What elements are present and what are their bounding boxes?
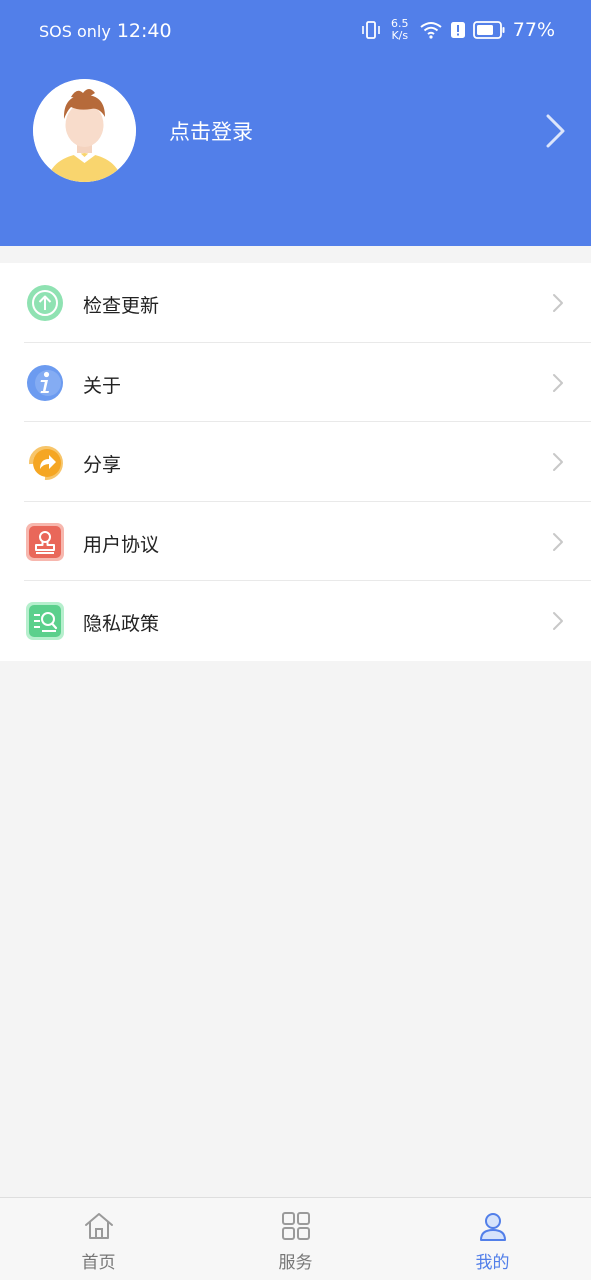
menu-item-share[interactable]: 分享 <box>0 422 591 502</box>
agreement-icon <box>26 522 64 561</box>
chevron-right-icon[interactable] <box>543 113 567 149</box>
carrier-text: SOS only <box>39 22 111 41</box>
tab-services[interactable]: 服务 <box>197 1198 394 1280</box>
clock: 12:40 <box>116 20 172 42</box>
network-speed: 6.5 K/s <box>391 17 409 42</box>
settings-menu: 检查更新 关于 分享 用户协议 隐私政策 <box>0 263 591 661</box>
grid-icon <box>281 1212 310 1240</box>
menu-item-label: 用户协议 <box>83 533 160 556</box>
profile-header: SOS only 12:40 6.5 K/s 77% 点击登录 <box>0 0 591 246</box>
privacy-icon <box>26 602 64 640</box>
tab-label: 服务 <box>278 1253 313 1273</box>
menu-item-label: 检查更新 <box>83 295 160 317</box>
tab-label: 首页 <box>81 1253 116 1273</box>
info-icon <box>27 364 63 401</box>
user-icon <box>479 1213 506 1241</box>
share-icon <box>28 446 63 481</box>
tab-mine[interactable]: 我的 <box>394 1198 591 1280</box>
login-prompt[interactable]: 点击登录 <box>169 116 253 146</box>
home-icon <box>84 1213 113 1239</box>
chevron-right-icon <box>553 453 563 471</box>
chevron-right-icon <box>553 612 563 630</box>
battery-icon <box>472 21 505 39</box>
avatar[interactable] <box>33 79 136 182</box>
battery-percent: 77% <box>512 19 555 41</box>
tab-label: 我的 <box>475 1253 510 1273</box>
chevron-right-icon <box>553 532 563 551</box>
chevron-right-icon <box>553 294 563 312</box>
menu-item-privacy-policy[interactable]: 隐私政策 <box>0 581 591 661</box>
menu-item-label: 分享 <box>83 454 122 476</box>
tab-home[interactable]: 首页 <box>0 1198 197 1280</box>
status-bar: SOS only 12:40 6.5 K/s 77% <box>0 0 591 66</box>
menu-item-about[interactable]: 关于 <box>0 343 591 422</box>
menu-item-user-agreement[interactable]: 用户协议 <box>0 502 591 581</box>
wifi-icon <box>420 22 442 39</box>
alert-icon <box>450 22 465 38</box>
menu-item-label: 隐私政策 <box>83 613 160 635</box>
update-icon <box>27 285 63 321</box>
bottom-tab-bar: 首页 服务 我的 <box>0 1197 591 1280</box>
vibrate-icon <box>361 21 380 39</box>
avatar-illustration-icon <box>33 79 136 182</box>
menu-item-label: 关于 <box>83 374 122 397</box>
menu-item-check-update[interactable]: 检查更新 <box>0 263 591 343</box>
chevron-right-icon <box>553 373 563 392</box>
